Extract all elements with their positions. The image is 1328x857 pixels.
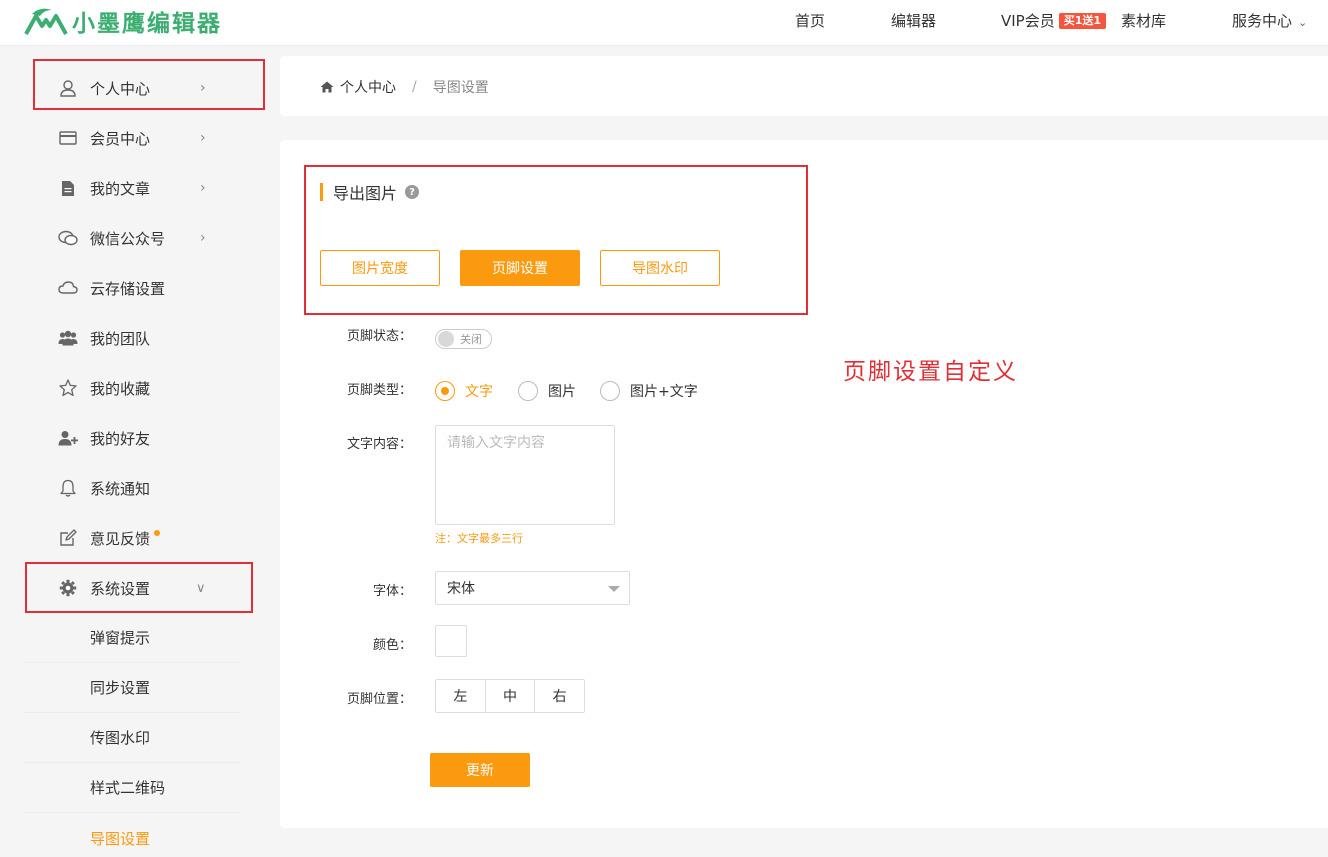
highlight-box-export-tabs [304, 165, 808, 315]
sidebar-item-label: 会员中心 [90, 129, 151, 148]
highlight-box-profile [33, 59, 265, 110]
sidebar-item-feedback[interactable]: 意见反馈 [24, 513, 240, 563]
radio-type-image-text[interactable]: 图片+文字 [600, 381, 698, 401]
vip-promo-badge: 买1送1 [1058, 13, 1107, 29]
sidebar-subitem-label: 传图水印 [90, 729, 151, 747]
chevron-down-icon: ⌄ [1298, 16, 1308, 29]
highlight-box-system-settings [25, 562, 253, 613]
font-label: 字体： [372, 584, 412, 599]
radio-label: 图片 [548, 384, 576, 400]
radio-circle [518, 381, 538, 401]
sidebar-subitem-popup[interactable]: 弹窗提示 [24, 613, 240, 663]
position-right-button[interactable]: 右 [535, 680, 584, 712]
sidebar-subitem-label: 同步设置 [90, 679, 151, 697]
toggle-knob [438, 331, 454, 347]
sidebar-subitem-label: 样式二维码 [90, 779, 166, 797]
font-select-value: 宋体 [447, 581, 475, 597]
footer-status-label: 页脚状态： [346, 329, 412, 344]
color-label: 颜色： [372, 638, 412, 653]
sidebar-item-label: 系统通知 [90, 479, 151, 498]
footer-content-label: 文字内容： [346, 437, 412, 452]
chevron-right-icon: › [200, 230, 206, 246]
sidebar-item-favorites[interactable]: 我的收藏 [24, 363, 240, 413]
footer-text-note: 注：文字最多三行 [435, 532, 523, 545]
position-left-button[interactable]: 左 [436, 680, 486, 712]
radio-type-text[interactable]: 文字 [435, 381, 493, 401]
caret-down-icon [608, 586, 620, 592]
add-friend-icon [58, 428, 78, 448]
sidebar-item-cloud-storage[interactable]: 云存储设置 [24, 263, 240, 313]
sidebar-subitem-export-settings[interactable]: 导图设置 [24, 813, 240, 857]
radio-label: 文字 [465, 384, 493, 400]
cloud-icon [58, 278, 78, 298]
sidebar-subitem-label: 导图设置 [90, 829, 151, 848]
footer-status-toggle[interactable]: 关闭 [435, 329, 492, 349]
chevron-right-icon: › [200, 130, 206, 146]
breadcrumb-card: 个人中心 / 导图设置 [280, 56, 1328, 116]
breadcrumb-current: 导图设置 [432, 80, 489, 96]
sidebar-item-friends[interactable]: 我的好友 [24, 413, 240, 463]
bell-icon [58, 478, 78, 498]
nav-home[interactable]: 首页 [795, 12, 825, 30]
logo-text: 小墨鹰编辑器 [72, 11, 222, 37]
font-select[interactable]: 宋体 [435, 571, 630, 605]
update-button[interactable]: 更新 [430, 753, 530, 787]
sidebar-item-label: 云存储设置 [90, 279, 166, 298]
team-icon [58, 328, 78, 348]
footer-position-segmented: 左 中 右 [435, 679, 585, 713]
sidebar-item-label: 我的好友 [90, 429, 151, 448]
sidebar-subitem-sync[interactable]: 同步设置 [24, 663, 240, 713]
chat-icon [58, 228, 78, 248]
breadcrumb-home[interactable]: 个人中心 [340, 77, 396, 97]
toggle-label: 关闭 [460, 333, 482, 346]
breadcrumb: 个人中心 / 导图设置 [320, 77, 489, 97]
breadcrumb-separator: / [412, 79, 417, 95]
sidebar-item-team[interactable]: 我的团队 [24, 313, 240, 363]
star-icon [58, 378, 78, 398]
sidebar-subitem-qrcode[interactable]: 样式二维码 [24, 763, 240, 813]
radio-circle [435, 381, 455, 401]
sidebar-item-membership[interactable]: 会员中心 › [24, 113, 240, 163]
sidebar-item-label-text: 意见反馈 [90, 529, 151, 548]
sidebar-subitem-upload-watermark[interactable]: 传图水印 [24, 713, 240, 763]
nav-editor[interactable]: 编辑器 [891, 12, 936, 30]
radio-label: 图片+文字 [630, 384, 698, 400]
sidebar-item-label: 微信公众号 [90, 229, 166, 248]
sidebar-item-label: 我的团队 [90, 329, 151, 348]
footer-type-label: 页脚类型： [346, 383, 412, 398]
nav-service-center[interactable]: 服务中心 ⌄ [1232, 12, 1307, 32]
annotation-text: 页脚设置自定义 [843, 359, 1018, 385]
nav-vip[interactable]: VIP会员 买1送1 [1001, 12, 1107, 30]
nav-materials[interactable]: 素材库 [1121, 12, 1166, 30]
card-icon [58, 128, 78, 148]
home-icon [320, 81, 334, 93]
eagle-logo-icon [24, 8, 68, 35]
sidebar-item-wechat[interactable]: 微信公众号 › [24, 213, 240, 263]
document-icon [58, 178, 78, 198]
sidebar-item-articles[interactable]: 我的文章 › [24, 163, 240, 213]
sidebar-item-label: 意见反馈 [90, 528, 161, 549]
sidebar-subitem-label: 弹窗提示 [90, 629, 151, 647]
footer-text-input[interactable]: 请输入文字内容 [435, 425, 615, 525]
radio-circle [600, 381, 620, 401]
sidebar-item-label: 我的收藏 [90, 379, 151, 398]
sidebar-item-label: 我的文章 [90, 179, 151, 198]
edit-icon [58, 528, 78, 548]
position-center-button[interactable]: 中 [486, 680, 536, 712]
radio-type-image[interactable]: 图片 [518, 381, 576, 401]
sidebar-item-notifications[interactable]: 系统通知 [24, 463, 240, 513]
footer-position-label: 页脚位置： [346, 692, 412, 707]
nav-vip-label: VIP会员 [1001, 12, 1055, 30]
logo[interactable]: 小墨鹰编辑器 [24, 6, 222, 37]
chevron-right-icon: › [200, 180, 206, 196]
top-bar: 小墨鹰编辑器 首页 编辑器 VIP会员 买1送1 素材库 服务中心 ⌄ [0, 0, 1328, 46]
color-picker[interactable] [435, 625, 467, 657]
nav-service-label: 服务中心 [1232, 12, 1293, 30]
notification-dot [154, 529, 161, 536]
